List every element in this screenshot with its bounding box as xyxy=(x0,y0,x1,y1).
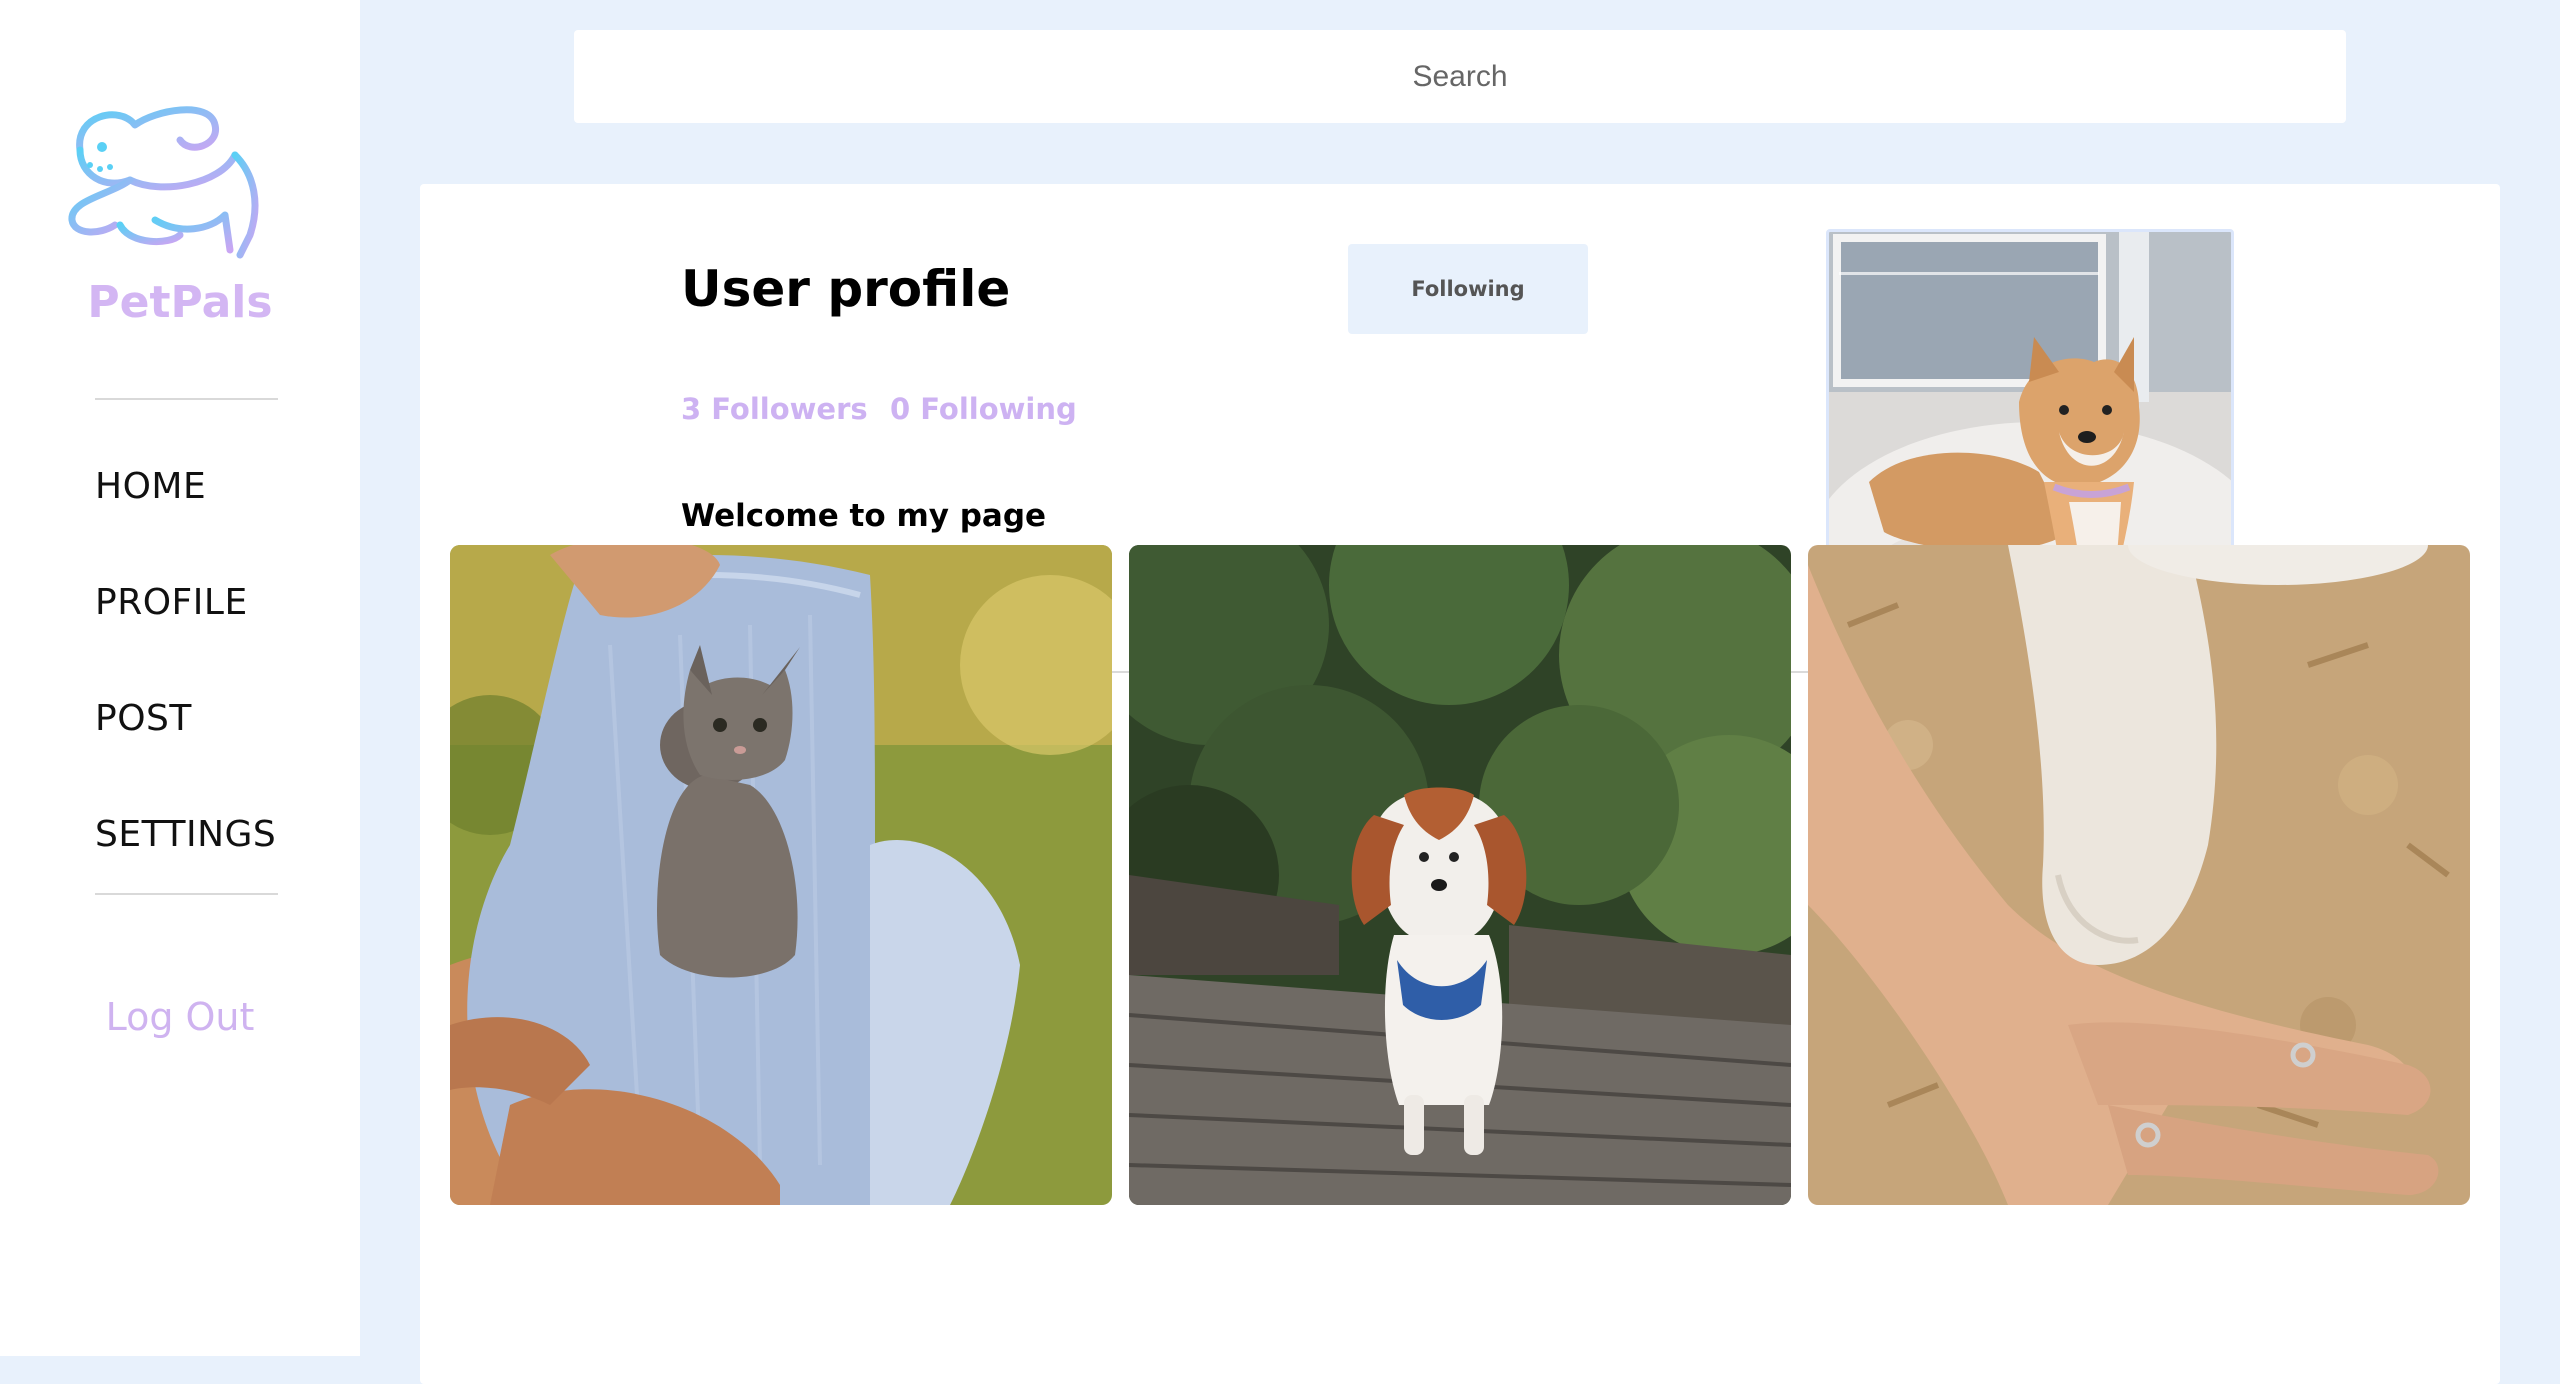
spaniel-on-boardwalk-photo xyxy=(1129,545,1791,1205)
following-count-link[interactable]: 0 Following xyxy=(890,392,1077,426)
sidebar-item-post[interactable]: POST xyxy=(95,698,192,739)
sidebar-item-home[interactable]: HOME xyxy=(95,466,206,507)
kitten-on-lap-photo xyxy=(450,545,1112,1205)
sidebar-item-settings[interactable]: SETTINGS xyxy=(95,814,276,855)
sidebar: PetPals HOME PROFILE POST SETTINGS Log O… xyxy=(0,0,360,1356)
following-button[interactable]: Following xyxy=(1348,244,1588,334)
post-thumbnail[interactable] xyxy=(450,545,1112,1205)
logout-link[interactable]: Log Out xyxy=(0,995,360,1039)
flying-dog-logo-icon xyxy=(68,106,259,259)
hands-and-dog-paw-photo xyxy=(1808,545,2470,1205)
app-name: PetPals xyxy=(87,277,273,328)
sidebar-item-profile[interactable]: PROFILE xyxy=(95,582,248,623)
profile-bio: Welcome to my page xyxy=(681,498,1047,534)
post-thumbnail[interactable] xyxy=(1808,545,2470,1205)
page-title: User profile xyxy=(681,260,1011,318)
followers-count-link[interactable]: 3 Followers xyxy=(681,392,868,426)
sidebar-divider xyxy=(95,893,278,895)
post-thumbnail[interactable] xyxy=(1129,545,1791,1205)
app-logo[interactable]: PetPals xyxy=(60,95,300,335)
search-input[interactable] xyxy=(574,30,2346,123)
sidebar-divider xyxy=(95,398,278,400)
